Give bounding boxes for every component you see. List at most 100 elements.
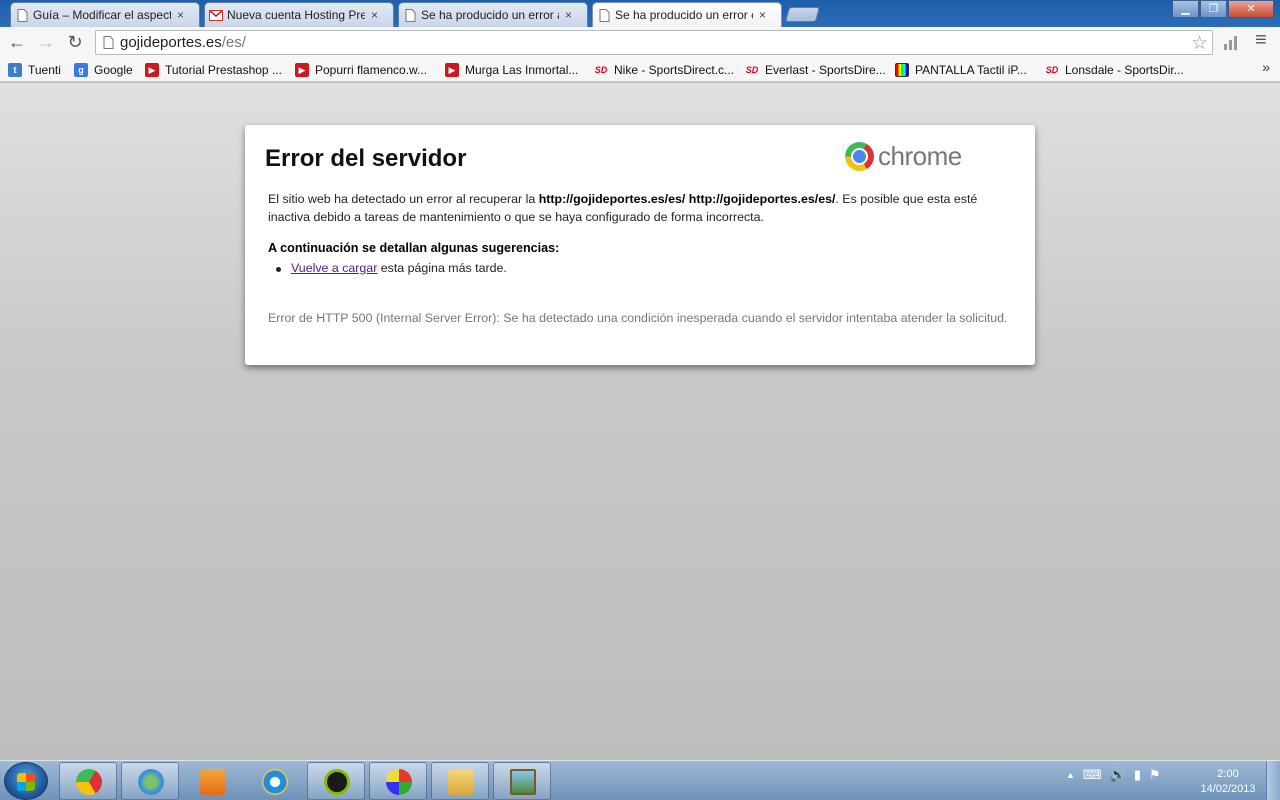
forward-button[interactable]: → — [35, 31, 57, 53]
close-icon[interactable]: × — [371, 8, 378, 22]
restore-button[interactable]: ❐ — [1200, 0, 1227, 18]
taskbar-media-player[interactable] — [183, 762, 241, 800]
error-title: Error del servidor — [265, 145, 467, 172]
new-tab-button[interactable] — [784, 7, 821, 22]
bookmark-google[interactable]: g Google — [74, 62, 133, 78]
bookmark-tuenti[interactable]: t Tuenti — [8, 62, 61, 78]
clock-time: 2:00 — [1217, 768, 1239, 780]
taskbar-internet-explorer[interactable] — [245, 762, 303, 800]
bookmarks-bar: t Tuenti g Google ▶ Tutorial Prestashop … — [0, 58, 1280, 82]
volume-icon[interactable]: 🔊 — [1110, 767, 1126, 783]
page-icon — [17, 9, 28, 22]
tab-title: Guía – Modificar el aspect — [33, 8, 171, 22]
sportsdirect-icon: SD — [745, 65, 759, 75]
http-error-detail: Error de HTTP 500 (Internal Server Error… — [268, 311, 1008, 325]
clock[interactable]: 2:00 14/02/2013 — [1193, 767, 1263, 797]
photo-viewer-icon — [510, 769, 536, 795]
menu-icon[interactable]: ≡ — [1255, 29, 1267, 52]
suggestions-heading: A continuación se detallan algunas suger… — [268, 241, 560, 255]
bookmark-label: Murga Las Inmortal... — [465, 63, 579, 77]
bookmark-pantalla-tactil[interactable]: PANTALLA Tactil iP... — [895, 62, 1027, 78]
google-icon: g — [74, 63, 88, 77]
bookmark-label: PANTALLA Tactil iP... — [915, 63, 1027, 77]
action-center-flag-icon[interactable]: ⚑ — [1149, 767, 1161, 783]
close-icon[interactable]: × — [759, 8, 766, 22]
taskbar-messenger[interactable] — [121, 762, 179, 800]
media-player-icon — [200, 769, 226, 795]
error-message-prefix: El sitio web ha detectado un error al re… — [268, 192, 539, 206]
url-host: gojideportes.es — [120, 34, 222, 51]
tab-error-active[interactable]: Se ha producido un error c × — [592, 2, 782, 27]
bookmark-tutorial-prestashop[interactable]: ▶ Tutorial Prestashop ... — [145, 62, 282, 78]
reload-button[interactable]: ↻ — [64, 31, 86, 53]
bookmark-popurri-flamenco[interactable]: ▶ Popurri flamenco.w... — [295, 62, 427, 78]
bookmark-murga[interactable]: ▶ Murga Las Inmortal... — [445, 62, 578, 78]
tab-gmail[interactable]: Nueva cuenta Hosting Pre × — [204, 2, 394, 27]
taskbar-paint[interactable] — [369, 762, 427, 800]
chrome-icon — [76, 769, 102, 795]
error-card: Error del servidor chrome El sitio web h… — [245, 125, 1035, 365]
bookmark-star-icon[interactable]: ☆ — [1191, 32, 1208, 55]
show-hidden-icons-button[interactable]: ▲ — [1066, 770, 1075, 783]
page-icon — [405, 9, 416, 22]
error-message-url: http://gojideportes.es/es/ http://gojide… — [538, 192, 836, 206]
bookmark-label: Nike - SportsDirect.c... — [614, 63, 735, 77]
reload-link[interactable]: Vuelve a cargar — [291, 261, 377, 275]
taskbar-photo-viewer[interactable] — [493, 762, 551, 800]
url-text[interactable]: gojideportes.es/es/ — [120, 34, 246, 51]
bookmark-label: Popurri flamenco.w... — [315, 63, 428, 77]
suggestion-item: Vuelve a cargar esta página más tarde. — [276, 261, 507, 275]
suggestion-text: esta página más tarde. — [377, 261, 507, 275]
messenger-icon — [138, 769, 164, 795]
bookmark-label: Google — [94, 63, 133, 77]
system-tray: ▲ ⌨ 🔊 ▮ ⚑ — [1066, 767, 1161, 783]
taskbar-chrome[interactable] — [59, 762, 117, 800]
tv-icon — [895, 63, 909, 77]
close-window-button[interactable]: ✕ — [1228, 0, 1274, 18]
minimize-button[interactable]: ▁ — [1172, 0, 1199, 18]
taskbar-spotify[interactable] — [307, 762, 365, 800]
page-icon — [599, 9, 610, 22]
close-icon[interactable]: × — [565, 8, 572, 22]
spotify-icon — [324, 769, 350, 795]
chrome-icon — [845, 142, 874, 171]
taskbar-file-explorer[interactable] — [431, 762, 489, 800]
title-bar: Guía – Modificar el aspect × Nueva cuent… — [0, 0, 1280, 27]
bookmark-label: Everlast - SportsDire... — [765, 63, 886, 77]
close-icon[interactable]: × — [177, 8, 184, 22]
internet-explorer-icon — [262, 769, 288, 795]
paint-icon — [386, 769, 412, 795]
start-button[interactable] — [4, 762, 48, 800]
browser-toolbar: ← → ↻ gojideportes.es/es/ ☆ ≡ — [0, 27, 1280, 58]
sportsdirect-icon: SD — [1045, 65, 1059, 75]
sportsdirect-icon: SD — [594, 65, 608, 75]
bookmark-label: Tuenti — [28, 63, 61, 77]
tuenti-icon: t — [8, 63, 22, 77]
keyboard-icon[interactable]: ⌨ — [1083, 767, 1102, 783]
bookmark-lonsdale[interactable]: SD Lonsdale - SportsDir... — [1045, 62, 1184, 78]
clock-date: 14/02/2013 — [1200, 783, 1256, 795]
bookmark-label: Tutorial Prestashop ... — [165, 63, 282, 77]
bookmark-label: Lonsdale - SportsDir... — [1065, 63, 1184, 77]
error-message: El sitio web ha detectado un error al re… — [268, 190, 998, 226]
show-desktop-button[interactable] — [1266, 761, 1280, 800]
bookmark-nike[interactable]: SD Nike - SportsDirect.c... — [594, 62, 734, 78]
tab-title: Se ha producido un error a — [421, 8, 559, 22]
tab-guia[interactable]: Guía – Modificar el aspect × — [10, 2, 200, 27]
chrome-logo: chrome — [845, 141, 962, 172]
windows-logo-icon — [17, 773, 35, 791]
bookmarks-overflow-button[interactable]: » — [1262, 59, 1270, 75]
tab-error-1[interactable]: Se ha producido un error a × — [398, 2, 588, 27]
signal-bars-icon[interactable] — [1222, 34, 1242, 50]
url-path: /es/ — [221, 34, 246, 51]
bookmark-everlast[interactable]: SD Everlast - SportsDire... — [745, 62, 886, 78]
youtube-icon: ▶ — [145, 63, 159, 77]
gmail-icon — [209, 10, 223, 21]
chrome-wordmark: chrome — [878, 141, 962, 171]
network-icon[interactable]: ▮ — [1134, 767, 1141, 783]
page-content: Error del servidor chrome El sitio web h… — [0, 83, 1280, 760]
youtube-icon: ▶ — [445, 63, 459, 77]
address-bar[interactable]: gojideportes.es/es/ ☆ — [95, 30, 1213, 55]
back-button[interactable]: ← — [6, 31, 28, 53]
tab-title: Nueva cuenta Hosting Pre — [227, 8, 365, 22]
